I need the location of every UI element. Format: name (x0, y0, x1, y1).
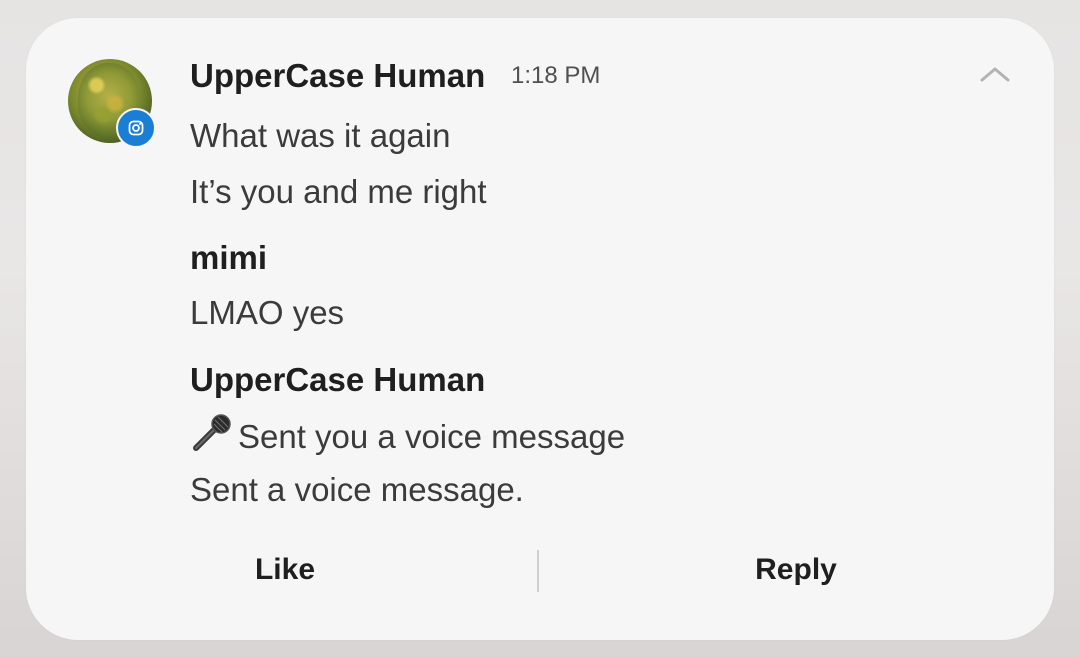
message-text: What was it again (190, 117, 451, 154)
action-bar: Like Reply (26, 540, 1054, 602)
sender-name: UpperCase Human (190, 57, 486, 94)
reply-button[interactable]: Reply (686, 550, 906, 590)
instagram-icon (116, 108, 156, 148)
microphone-icon (190, 414, 234, 452)
message-text: Sent a voice message. (190, 471, 524, 508)
divider (537, 550, 539, 592)
message-text: LMAO yes (190, 294, 345, 331)
message-text: It’s you and me right (190, 173, 487, 210)
voice-message-line: Sent you a voice message (190, 414, 625, 457)
timestamp: 1:18 PM (511, 62, 601, 89)
sender-name: mimi (190, 239, 268, 276)
notification-card[interactable]: UpperCase Human 1:18 PM What was it agai… (26, 18, 1054, 640)
chevron-up-icon[interactable] (976, 62, 1014, 86)
like-button[interactable]: Like (180, 550, 390, 590)
sender-name: UpperCase Human (190, 361, 486, 398)
voice-message-text: Sent you a voice message (238, 418, 626, 455)
